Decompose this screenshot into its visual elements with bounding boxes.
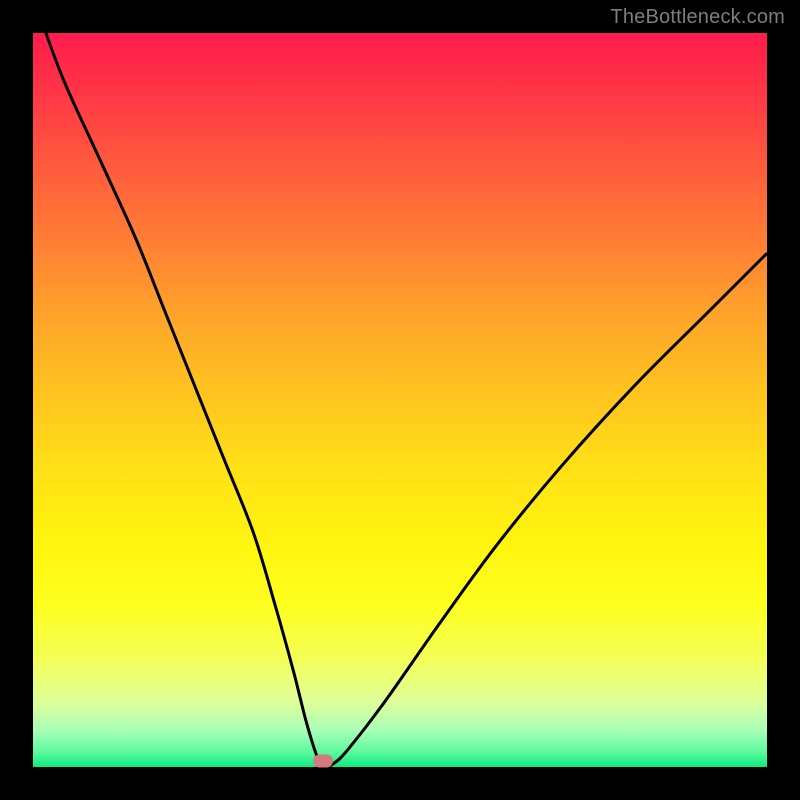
chart-curve-path [33,0,767,767]
chart-stage: TheBottleneck.com [0,0,800,800]
chart-plot-area [33,33,767,767]
watermark-text: TheBottleneck.com [610,6,785,29]
chart-curve-svg [33,33,767,767]
chart-min-marker [313,755,333,768]
